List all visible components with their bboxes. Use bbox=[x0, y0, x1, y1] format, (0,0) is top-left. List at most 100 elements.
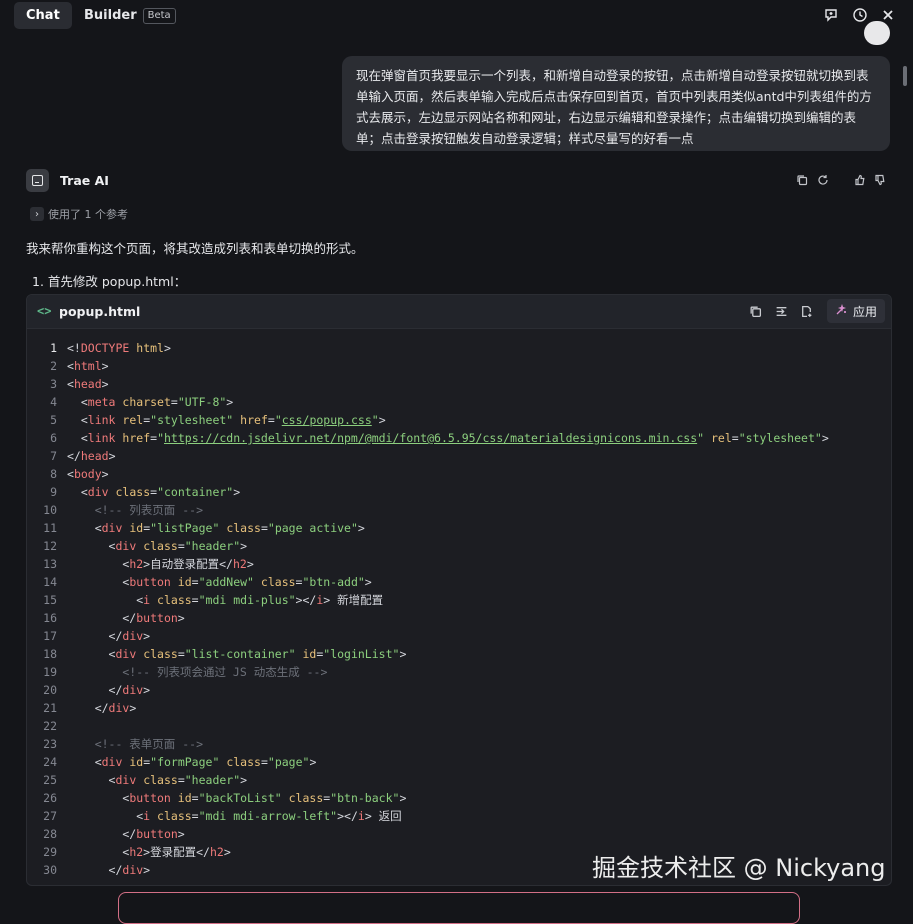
line-number: 26 bbox=[43, 791, 57, 805]
code-line: 9 <div class="container"> bbox=[27, 483, 891, 501]
code-token: button bbox=[136, 611, 178, 625]
line-number: 10 bbox=[43, 503, 57, 517]
code-token: "btn-back" bbox=[330, 791, 400, 805]
code-token: < bbox=[67, 395, 88, 409]
code-token[interactable]: css/popup.css bbox=[282, 413, 372, 427]
history-icon[interactable] bbox=[851, 6, 869, 24]
tab-builder[interactable]: Builder Beta bbox=[72, 2, 188, 29]
line-number: 9 bbox=[50, 485, 57, 499]
code-token: > bbox=[143, 629, 151, 643]
code-token: "formPage" bbox=[150, 755, 220, 769]
code-token: < bbox=[67, 809, 144, 823]
code-text: <meta charset="UTF-8"> bbox=[67, 393, 233, 411]
thumbs-up-icon[interactable] bbox=[853, 173, 867, 187]
tab-chat[interactable]: Chat bbox=[14, 2, 72, 29]
code-token: href bbox=[240, 413, 268, 427]
code-text: <!-- 表单页面 --> bbox=[67, 735, 203, 753]
code-token: = bbox=[191, 809, 199, 823]
code-token: <! bbox=[67, 341, 81, 355]
code-line: 7 </head> bbox=[27, 447, 891, 465]
code-text: <body> bbox=[67, 465, 109, 483]
new-chat-icon[interactable] bbox=[822, 6, 840, 24]
code-text: </head> bbox=[67, 447, 116, 465]
code-token: "mdi mdi-plus" bbox=[198, 593, 296, 607]
code-token: id bbox=[129, 521, 144, 535]
reference-toggle[interactable]: › 使用了 1 个参考 bbox=[30, 206, 128, 222]
copy-code-icon[interactable] bbox=[747, 303, 763, 319]
code-token: "stylesheet" bbox=[738, 431, 822, 445]
code-token: = bbox=[260, 521, 268, 535]
add-to-file-icon[interactable] bbox=[798, 303, 814, 319]
code-token: "backToList" bbox=[198, 791, 282, 805]
code-token: > bbox=[357, 521, 365, 535]
code-token: > 新增配置 bbox=[323, 593, 384, 607]
code-token: "stylesheet" bbox=[150, 413, 234, 427]
apply-button[interactable]: 应用 bbox=[826, 299, 885, 323]
code-token: h2 bbox=[232, 557, 247, 571]
copy-icon[interactable] bbox=[795, 173, 809, 187]
magic-wand-icon bbox=[835, 303, 847, 319]
line-number: 8 bbox=[50, 467, 57, 481]
code-line: 22 bbox=[27, 717, 891, 735]
code-text: <link rel="stylesheet" href="css/popup.c… bbox=[67, 411, 386, 429]
code-token: </ bbox=[67, 683, 123, 697]
code-token: ></ bbox=[337, 809, 358, 823]
code-line: 21 </div> bbox=[27, 699, 891, 717]
line-number: 5 bbox=[50, 413, 57, 427]
code-icon: <> bbox=[37, 304, 52, 318]
code-token: > bbox=[101, 359, 109, 373]
code-token: <!-- 列表项会通过 JS 动态生成 --> bbox=[67, 665, 328, 679]
code-token: < bbox=[67, 377, 74, 391]
tab-chat-label: Chat bbox=[26, 8, 60, 23]
line-number: 29 bbox=[43, 845, 57, 859]
insert-in-terminal-icon[interactable] bbox=[773, 303, 789, 319]
code-line: 3 <head> bbox=[27, 375, 891, 393]
line-number: 22 bbox=[43, 719, 57, 733]
code-text: <h2>登录配置</h2> bbox=[67, 843, 230, 861]
ai-avatar bbox=[26, 169, 49, 192]
code-token: " bbox=[274, 413, 282, 427]
code-token: = bbox=[731, 431, 739, 445]
code-line: 19 <!-- 列表项会通过 JS 动态生成 --> bbox=[27, 663, 891, 681]
code-token: "listPage" bbox=[150, 521, 220, 535]
code-token: class bbox=[143, 773, 178, 787]
code-token: class bbox=[143, 539, 178, 553]
code-token: button bbox=[129, 791, 171, 805]
line-number: 21 bbox=[43, 701, 57, 715]
code-token: head bbox=[80, 449, 109, 463]
code-token: link bbox=[87, 431, 116, 445]
scrollbar[interactable] bbox=[903, 66, 907, 86]
line-number: 19 bbox=[43, 665, 57, 679]
code-token: "list-container" bbox=[184, 647, 296, 661]
code-token: > bbox=[364, 575, 372, 589]
thumbs-down-icon[interactable] bbox=[873, 173, 887, 187]
line-number: 6 bbox=[50, 431, 57, 445]
code-token: < bbox=[67, 539, 116, 553]
user-message: 现在弹窗首页我要显示一个列表，和新增自动登录的按钮，点击新增自动登录按钮就切换到… bbox=[342, 56, 890, 151]
regenerate-icon[interactable] bbox=[816, 173, 830, 187]
code-line: 26 <button id="backToList" class="btn-ba… bbox=[27, 789, 891, 807]
code-token: class bbox=[143, 647, 178, 661]
code-token: h2 bbox=[129, 557, 144, 571]
line-number: 15 bbox=[43, 593, 57, 607]
code-token: class bbox=[226, 521, 261, 535]
code-line: 13 <h2>自动登录配置</h2> bbox=[27, 555, 891, 573]
tab-builder-label: Builder bbox=[84, 8, 137, 23]
code-token[interactable]: https://cdn.jsdelivr.net/npm/@mdi/font@6… bbox=[164, 431, 697, 445]
code-line: 23 <!-- 表单页面 --> bbox=[27, 735, 891, 753]
code-token: div bbox=[122, 683, 144, 697]
code-text: </button> bbox=[67, 609, 184, 627]
code-token: h2 bbox=[209, 845, 224, 859]
code-text: <div class="header"> bbox=[67, 771, 248, 789]
code-token: body bbox=[73, 467, 102, 481]
line-number: 16 bbox=[43, 611, 57, 625]
code-token: < bbox=[67, 755, 102, 769]
code-token: > bbox=[163, 341, 171, 355]
code-line: 2 <html> bbox=[27, 357, 891, 375]
code-token: < bbox=[67, 647, 116, 661]
